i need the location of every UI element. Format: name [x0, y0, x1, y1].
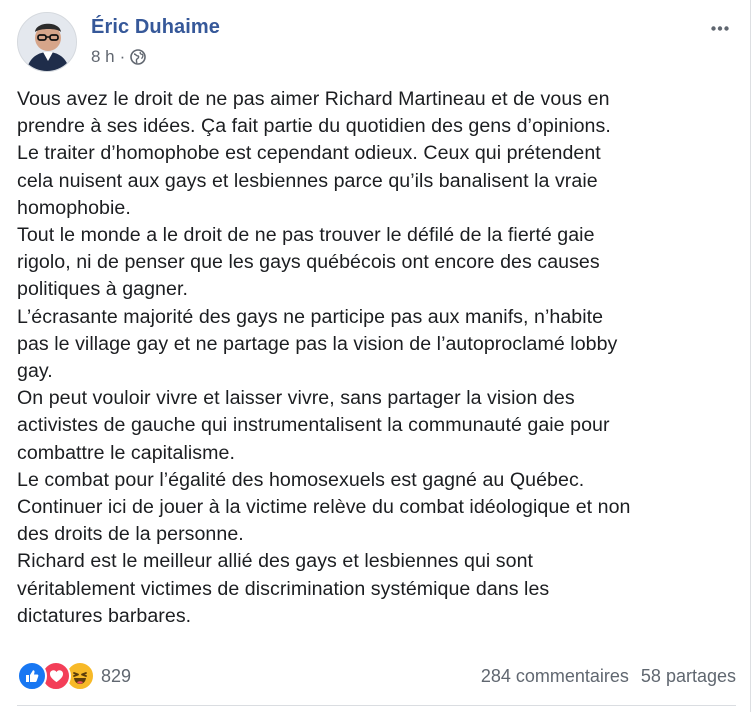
post-time[interactable]: 8 h [91, 47, 115, 67]
author-avatar[interactable] [17, 12, 77, 72]
globe-icon[interactable] [130, 49, 147, 65]
post-paragraph: L’écrasante majorité des gays ne partici… [17, 305, 618, 383]
avatar-image [18, 13, 76, 71]
post-header: Éric Duhaime 8 h · [17, 12, 738, 76]
more-options-icon[interactable] [708, 16, 732, 40]
post-paragraph: Tout le monde a le droit de ne pas trouv… [17, 224, 600, 301]
meta-separator: · [119, 47, 126, 66]
footer-divider [17, 705, 736, 706]
post-footer: 829 284 commentaires 58 partages [17, 660, 736, 692]
post-meta: 8 h · [91, 47, 147, 67]
post-paragraph: Vous avez le droit de ne pas aimer Richa… [17, 88, 611, 138]
facebook-post: Éric Duhaime 8 h · Vous avez le droit de… [0, 0, 751, 712]
comments-link[interactable]: 284 commentaires [481, 666, 629, 687]
post-paragraph: On peut vouloir vivre et laisser vivre, … [17, 387, 610, 464]
post-text: Vous avez le droit de ne pas aimer Richa… [17, 86, 739, 630]
post-paragraph: Richard est le meilleur allié des gays e… [17, 550, 550, 627]
engagement-stats: 284 commentaires 58 partages [481, 666, 736, 687]
author-name[interactable]: Éric Duhaime [91, 16, 220, 39]
post-paragraph: Le traiter d’homophobe est cependant odi… [17, 142, 601, 219]
reaction-count: 829 [101, 665, 132, 686]
like-icon [17, 661, 47, 691]
reactions-summary[interactable]: 829 [17, 661, 131, 691]
post-paragraph: Le combat pour l’égalité des homosexuels… [17, 468, 585, 491]
post-paragraph: Continuer ici de jouer à la victime relè… [17, 496, 631, 546]
shares-link[interactable]: 58 partages [641, 666, 736, 687]
